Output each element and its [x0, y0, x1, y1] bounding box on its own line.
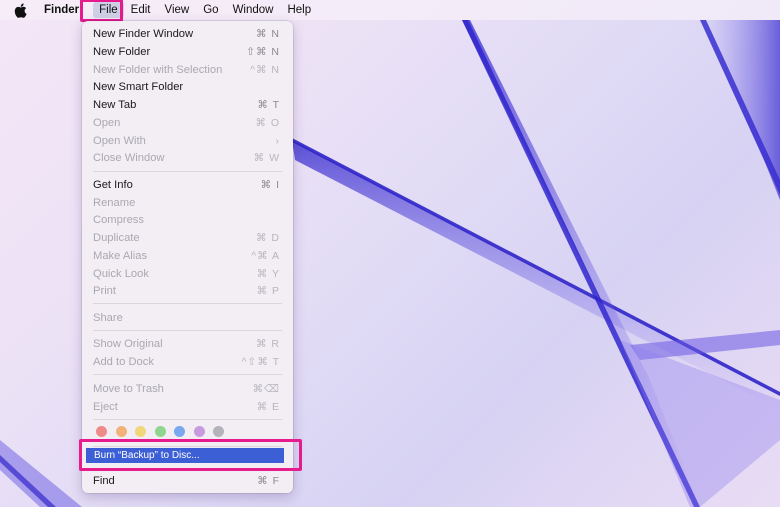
- menu-item-label: Add to Dock: [93, 355, 154, 368]
- menu-item-shortcut: ⌘ E: [256, 400, 280, 413]
- menu-item-label: New Folder: [93, 45, 151, 58]
- burn-item-highlight-box: [79, 439, 302, 471]
- menu-item-new-finder-window[interactable]: New Finder Window ⌘ N: [82, 25, 293, 42]
- menu-item-label: Compress: [93, 213, 144, 226]
- menu-item-shortcut: ⌘⌫: [252, 382, 280, 395]
- tag-orange-dot[interactable]: [115, 426, 127, 437]
- apple-icon[interactable]: [14, 2, 30, 18]
- menu-item-label: Show Original: [93, 337, 163, 350]
- menu-item-label: Get Info: [93, 178, 133, 191]
- menu-item-show-original[interactable]: Show Original ⌘ R: [82, 335, 293, 352]
- file-dropdown-menu: New Finder Window ⌘ N New Folder ⇧⌘ N Ne…: [82, 21, 293, 493]
- menu-item-shortcut: ⇧⌘ N: [246, 45, 280, 58]
- tag-gray-dot[interactable]: [213, 426, 224, 437]
- menubar-help[interactable]: Help: [280, 0, 318, 20]
- menu-item-close-window[interactable]: Close Window ⌘ W: [82, 149, 293, 166]
- menu-item-shortcut: ^⌘ A: [251, 249, 280, 262]
- menu-item-share[interactable]: Share: [82, 309, 293, 326]
- menu-item-eject[interactable]: Eject ⌘ E: [82, 398, 293, 415]
- menu-item-label: Make Alias: [93, 249, 148, 262]
- menu-item-shortcut: ⌘ D: [256, 231, 280, 244]
- menu-item-shortcut: ⌘ R: [256, 337, 280, 350]
- menu-item-label: Rename: [93, 196, 136, 209]
- menu-item-rename[interactable]: Rename: [82, 194, 293, 211]
- tag-green-dot[interactable]: [154, 426, 166, 437]
- tag-red-dot[interactable]: [96, 426, 107, 437]
- menu-item-shortcut: ⌘ P: [256, 284, 280, 297]
- menu-item-shortcut: ^⇧⌘ T: [241, 355, 280, 368]
- menu-item-label: New Folder with Selection: [93, 63, 223, 76]
- menu-item-find[interactable]: Find ⌘ F: [82, 472, 293, 489]
- menu-item-label: New Smart Folder: [93, 80, 184, 93]
- menu-item-label: New Finder Window: [93, 27, 194, 40]
- menu-separator: [93, 374, 282, 375]
- menu-item-shortcut: ⌘ T: [257, 98, 280, 111]
- tag-blue-dot[interactable]: [174, 426, 185, 437]
- tag-colors-row: [96, 426, 233, 438]
- menu-separator: [93, 419, 282, 420]
- menu-item-add-to-dock[interactable]: Add to Dock ^⇧⌘ T: [82, 353, 293, 370]
- menu-item-new-folder[interactable]: New Folder ⇧⌘ N: [82, 43, 293, 60]
- menu-item-label: New Tab: [93, 98, 137, 111]
- menu-item-label: Move to Trash: [93, 382, 164, 395]
- menu-separator: [93, 303, 282, 304]
- menu-item-shortcut: ⌘ W: [253, 151, 280, 164]
- menu-item-shortcut: ^⌘ N: [250, 63, 280, 76]
- menu-item-label: Duplicate: [93, 231, 140, 244]
- menubar-go[interactable]: Go: [196, 0, 225, 20]
- submenu-chevron-icon: ›: [275, 134, 280, 147]
- menu-item-label: Close Window: [93, 151, 165, 164]
- menu-item-label: Open With: [93, 134, 146, 147]
- menu-item-open-with[interactable]: Open With ›: [82, 132, 293, 149]
- menubar-window[interactable]: Window: [226, 0, 281, 20]
- menu-item-new-smart-folder[interactable]: New Smart Folder: [82, 78, 293, 95]
- menu-item-label: Print: [93, 284, 117, 297]
- file-menu-highlight-box: [80, 0, 123, 22]
- menu-item-shortcut: ⌘ O: [255, 116, 280, 129]
- menu-item-label: Open: [93, 116, 121, 129]
- menu-item-new-tab[interactable]: New Tab ⌘ T: [82, 96, 293, 113]
- menu-item-label: Quick Look: [93, 267, 149, 280]
- tag-purple-dot[interactable]: [193, 426, 205, 437]
- menu-item-shortcut: ⌘ N: [256, 27, 280, 40]
- menu-item-compress[interactable]: Compress: [82, 211, 293, 228]
- menu-item-move-to-trash[interactable]: Move to Trash ⌘⌫: [82, 380, 293, 397]
- menu-separator: [93, 330, 282, 331]
- menubar-edit[interactable]: Edit: [124, 0, 158, 20]
- tag-yellow-dot[interactable]: [135, 426, 146, 437]
- menu-item-new-folder-with-selection[interactable]: New Folder with Selection ^⌘ N: [82, 61, 293, 78]
- menu-item-shortcut: ⌘ Y: [256, 267, 280, 280]
- menu-item-label: Share: [93, 311, 123, 324]
- menu-item-duplicate[interactable]: Duplicate ⌘ D: [82, 229, 293, 246]
- menu-item-make-alias[interactable]: Make Alias ^⌘ A: [82, 247, 293, 264]
- menu-item-print[interactable]: Print ⌘ P: [82, 282, 293, 299]
- menu-item-open[interactable]: Open ⌘ O: [82, 114, 293, 131]
- menu-item-label: Find: [93, 474, 115, 487]
- menu-item-shortcut: ⌘ F: [257, 474, 280, 487]
- menu-separator: [93, 171, 282, 172]
- menu-item-label: Eject: [93, 400, 118, 413]
- menu-item-quick-look[interactable]: Quick Look ⌘ Y: [82, 265, 293, 282]
- menu-item-shortcut: ⌘ I: [260, 178, 280, 191]
- menu-item-get-info[interactable]: Get Info ⌘ I: [82, 176, 293, 193]
- menubar-view[interactable]: View: [158, 0, 197, 20]
